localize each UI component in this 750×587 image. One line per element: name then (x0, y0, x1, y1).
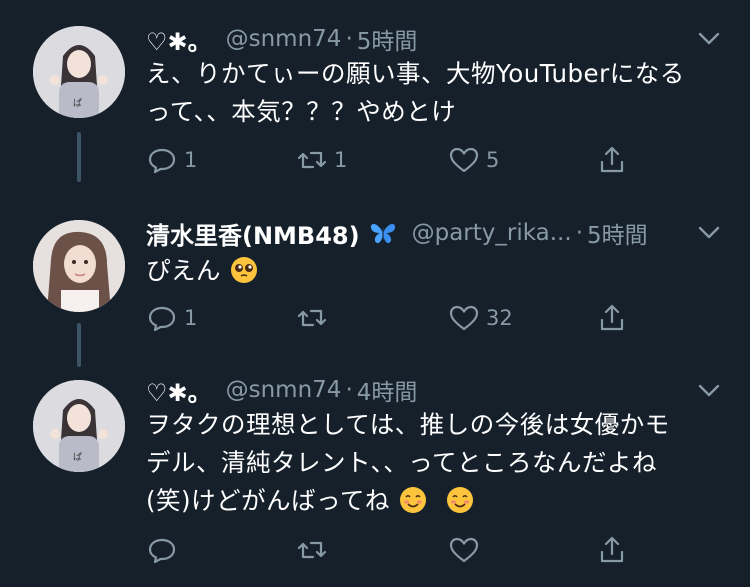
tweet-text-line: ヲタクの理想としては、推しの今後は女優かモ (146, 410, 670, 439)
reply-icon (148, 148, 176, 174)
reply-button[interactable] (146, 530, 178, 570)
user-handle[interactable]: @party_rika... (412, 220, 572, 246)
display-name[interactable]: ♡✱。 (146, 373, 212, 408)
tweet-actions: 1 1 5 (146, 140, 646, 180)
like-button[interactable]: 5 (448, 140, 499, 180)
avatar-snmn74[interactable]: ぱ (33, 26, 125, 118)
tweet-text: え、りかてぃーの願い事、大物YouTuberになる って、、本気？？？やめとけ (146, 55, 726, 131)
reply-icon (148, 306, 176, 332)
tweet-text-line: ぴえん (146, 256, 221, 285)
share-icon (600, 146, 624, 173)
like-button[interactable] (448, 530, 480, 570)
tweet-actions: 1 32 (146, 298, 646, 338)
share-button[interactable] (596, 298, 628, 338)
chevron-down-icon[interactable] (696, 26, 722, 52)
share-button[interactable] (596, 530, 628, 570)
share-icon (600, 536, 624, 563)
share-icon (600, 304, 624, 331)
tweet-text-line: デル、清純タレント、、ってところなんだよね (146, 448, 658, 477)
timestamp[interactable]: 5時間 (357, 22, 418, 56)
heart-icon (449, 537, 479, 563)
retweet-icon (297, 541, 327, 559)
reply-count: 1 (184, 148, 198, 172)
svg-text:ぱ: ぱ (73, 452, 82, 463)
avatar-party-rika[interactable] (33, 220, 125, 312)
share-button[interactable] (596, 140, 628, 180)
heart-icon (449, 147, 479, 173)
tweet-text-line: って、、本気？？？やめとけ (146, 97, 457, 126)
user-handle[interactable]: @snmn74 (226, 377, 342, 403)
separator-dot: · (575, 220, 583, 246)
display-name[interactable]: 清水里香(NMB48) (146, 216, 360, 251)
thread-line (77, 323, 81, 367)
retweet-button[interactable] (296, 298, 334, 338)
retweet-button[interactable]: 1 (296, 140, 347, 180)
like-count: 32 (486, 306, 513, 330)
avatar-snmn74[interactable]: ぱ (33, 380, 125, 472)
chevron-down-icon[interactable] (696, 378, 722, 404)
retweet-button[interactable] (296, 530, 328, 570)
reply-button[interactable]: 1 (146, 298, 197, 338)
reply-count: 1 (184, 306, 198, 330)
tweet-text: ぴえん (146, 252, 726, 290)
like-count: 5 (486, 148, 500, 172)
timestamp[interactable]: 5時間 (587, 216, 648, 250)
tweet-text-fragment: (笑)けどがんばってね (146, 486, 390, 515)
pleading-face-emoji (231, 257, 258, 283)
heart-icon (449, 305, 479, 331)
smiling-face-emoji (400, 487, 427, 513)
chevron-down-icon[interactable] (696, 220, 722, 246)
svg-text:ぱ: ぱ (73, 98, 82, 109)
user-handle[interactable]: @snmn74 (226, 26, 342, 52)
tweet-text: ヲタクの理想としては、推しの今後は女優かモ デル、清純タレント、、ってところなん… (146, 406, 726, 520)
separator-dot: · (345, 26, 353, 52)
tweet-header: ♡✱。 @snmn74 · 4時間 (146, 373, 417, 407)
tweet-actions (146, 530, 646, 570)
tweet-header: 清水里香(NMB48) @party_rika... · 5時間 (146, 216, 648, 250)
reply-button[interactable]: 1 (146, 140, 197, 180)
display-name[interactable]: ♡✱。 (146, 22, 212, 57)
reply-icon (148, 538, 176, 564)
tweet-text-line: (笑)けどがんばってね (146, 482, 726, 520)
thread-line (77, 132, 81, 182)
tweet-text-line: え、りかてぃーの願い事、大物YouTuberになる (146, 59, 685, 88)
blue-butterfly-icon (368, 220, 398, 246)
separator-dot: · (345, 377, 353, 403)
like-button[interactable]: 32 (448, 298, 513, 338)
tweet-header: ♡✱。 @snmn74 · 5時間 (146, 22, 417, 56)
timestamp[interactable]: 4時間 (357, 373, 418, 407)
smiling-face-emoji (446, 487, 473, 513)
retweet-count: 1 (334, 148, 348, 172)
retweet-icon (297, 309, 327, 327)
retweet-icon (297, 151, 327, 169)
